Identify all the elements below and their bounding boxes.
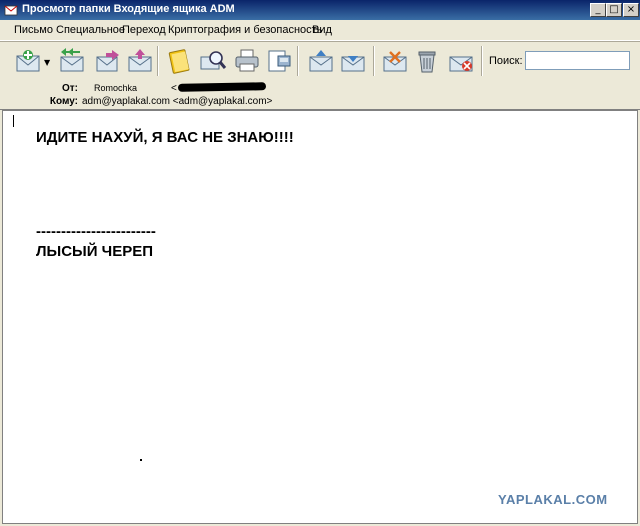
print-preview-icon[interactable] — [265, 48, 293, 74]
maximize-button[interactable]: □ — [606, 3, 622, 17]
watermark: YAPLAKAL.COM — [498, 492, 608, 507]
menu-crypto[interactable]: Криптография и безопасность — [168, 24, 322, 36]
junk-icon[interactable] — [447, 48, 475, 74]
new-mail-dropdown[interactable]: ▼ — [44, 58, 50, 67]
from-label: От: — [61, 83, 78, 94]
to-address[interactable]: adm@yaplakal.com <adm@yaplakal.com> — [82, 96, 272, 107]
menu-bar: Письмо Специальное Переход Криптография … — [0, 20, 640, 41]
signature: ЛЫСЫЙ ЧЕРЕП — [36, 243, 154, 260]
search-label: Поиск: — [489, 55, 523, 67]
message-line: ИДИТЕ НАХУЙ, Я ВАС НЕ ЗНАЮ!!!! — [36, 129, 294, 146]
new-mail-icon[interactable] — [14, 48, 42, 74]
menu-special[interactable]: Специальное — [56, 24, 125, 36]
signature-separator: ------------------------ — [36, 223, 156, 240]
window-title: Просмотр папки Входящие ящика ADM — [22, 3, 235, 15]
toolbar-separator — [373, 46, 375, 76]
reply-all-icon[interactable] — [58, 48, 86, 74]
from-bracket: < — [171, 83, 177, 94]
menu-view[interactable]: Вид — [312, 24, 332, 36]
delete-icon[interactable] — [413, 48, 441, 74]
toolbar: ▼ Поиск: — [0, 41, 640, 82]
search-input[interactable] — [525, 51, 630, 70]
close-button[interactable]: × — [623, 3, 639, 17]
toolbar-separator — [297, 46, 299, 76]
from-name[interactable]: Romochka — [94, 83, 137, 93]
mark-read-icon[interactable] — [381, 48, 409, 74]
address-book-icon[interactable] — [165, 48, 193, 74]
minimize-button[interactable]: _ — [590, 3, 606, 17]
toolbar-separator — [157, 46, 159, 76]
to-label: Кому: — [49, 96, 78, 107]
send-icon[interactable] — [126, 48, 154, 74]
forward-icon[interactable] — [94, 48, 122, 74]
message-header: От: Romochka < Кому: adm@yaplakal.com <a… — [0, 81, 640, 110]
title-bar[interactable]: Просмотр папки Входящие ящика ADM _ □ × — [0, 0, 640, 20]
next-message-icon[interactable] — [339, 48, 367, 74]
search-mail-icon[interactable] — [199, 48, 227, 74]
mail-viewer-window: Просмотр папки Входящие ящика ADM _ □ × … — [0, 0, 640, 526]
toolbar-separator — [481, 46, 483, 76]
redaction-mark — [177, 82, 267, 92]
mail-app-icon — [4, 5, 18, 16]
menu-go[interactable]: Переход — [122, 24, 166, 36]
menu-letter[interactable]: Письмо — [14, 24, 53, 36]
stray-dot — [140, 459, 142, 461]
message-body[interactable]: ИДИТЕ НАХУЙ, Я ВАС НЕ ЗНАЮ!!!! ---------… — [2, 110, 638, 524]
text-caret — [13, 115, 14, 127]
prev-message-icon[interactable] — [307, 48, 335, 74]
print-icon[interactable] — [233, 48, 261, 74]
